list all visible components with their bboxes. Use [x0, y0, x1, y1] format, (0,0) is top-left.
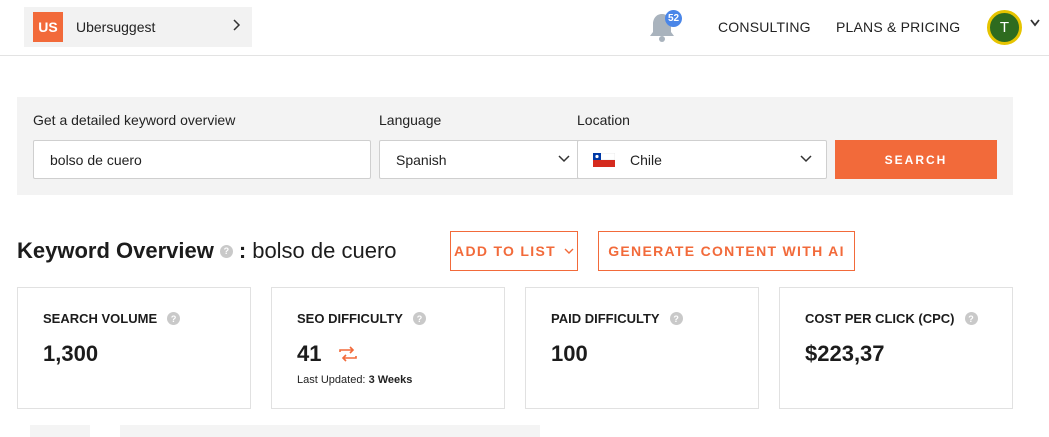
overview-keyword: bolso de cuero: [252, 238, 397, 263]
overview-title-text: Keyword Overview: [17, 238, 214, 263]
location-label: Location: [577, 112, 630, 128]
metric-label: SEARCH VOLUME: [43, 311, 158, 326]
nav-plans-pricing[interactable]: PLANS & PRICING: [836, 19, 960, 35]
metric-value-row: 41: [297, 341, 359, 367]
help-icon[interactable]: ?: [219, 244, 233, 258]
last-updated-value: 3 Weeks: [368, 374, 413, 386]
metric-title: SEO DIFFICULTY ?: [297, 311, 426, 326]
notifications-button[interactable]: 52: [647, 10, 682, 44]
metric-title: COST PER CLICK (CPC) ?: [805, 311, 978, 326]
location-select[interactable]: Chile: [577, 140, 827, 179]
metric-title: SEARCH VOLUME ?: [43, 311, 181, 326]
keyword-label: Get a detailed keyword overview: [33, 112, 236, 128]
metric-title: PAID DIFFICULTY ?: [551, 311, 683, 326]
add-to-list-button[interactable]: ADD TO LIST: [450, 231, 578, 271]
chevron-down-icon: [558, 151, 570, 170]
metric-card-cpc: COST PER CLICK (CPC) ? $223,37: [779, 287, 1013, 409]
nav-consulting[interactable]: CONSULTING: [718, 19, 811, 35]
metric-value: 41: [297, 341, 322, 366]
help-icon[interactable]: ?: [167, 312, 181, 325]
project-selector[interactable]: US Ubersuggest: [24, 7, 252, 47]
help-icon[interactable]: ?: [412, 312, 426, 325]
help-icon[interactable]: ?: [669, 312, 683, 325]
keyword-input[interactable]: bolso de cuero: [33, 140, 371, 179]
search-button[interactable]: SEARCH: [835, 140, 997, 179]
top-bar: US Ubersuggest 52 CONSULTING PLANS & PRI…: [0, 0, 1049, 56]
project-badge: US: [33, 12, 63, 42]
title-separator: :: [238, 238, 247, 263]
generate-content-button[interactable]: GENERATE CONTENT WITH AI: [598, 231, 855, 271]
page-title: Keyword Overview ? : bolso de cuero: [17, 238, 397, 264]
metric-label: PAID DIFFICULTY: [551, 311, 660, 326]
chevron-down-icon[interactable]: [1030, 16, 1040, 30]
location-select-value: Chile: [630, 151, 662, 168]
chevron-down-icon: [800, 151, 812, 170]
loading-placeholder: [120, 425, 540, 437]
last-updated-label: Last Updated:: [297, 374, 366, 386]
language-select[interactable]: Spanish: [379, 140, 585, 179]
metric-card-paid-difficulty: PAID DIFFICULTY ? 100: [525, 287, 759, 409]
keyword-input-value: bolso de cuero: [50, 151, 142, 168]
search-panel: Get a detailed keyword overview bolso de…: [17, 97, 1013, 195]
metric-card-seo-difficulty: SEO DIFFICULTY ? 41 Last Updated: 3 Week…: [271, 287, 505, 409]
chile-flag-icon: [593, 152, 615, 167]
metric-value: $223,37: [805, 341, 885, 366]
metric-label: COST PER CLICK (CPC): [805, 311, 955, 326]
chevron-down-icon: [564, 248, 574, 254]
metric-card-search-volume: SEARCH VOLUME ? 1,300: [17, 287, 251, 409]
language-select-value: Spanish: [396, 151, 447, 168]
last-updated: Last Updated: 3 Weeks: [297, 374, 412, 386]
notification-count-badge: 52: [665, 10, 682, 27]
project-name: Ubersuggest: [76, 19, 156, 35]
add-to-list-label: ADD TO LIST: [454, 243, 556, 259]
metric-label: SEO DIFFICULTY: [297, 311, 403, 326]
help-icon[interactable]: ?: [964, 312, 978, 325]
metric-value: 100: [551, 341, 588, 366]
refresh-icon[interactable]: [337, 344, 359, 364]
loading-placeholder: [30, 425, 90, 437]
metric-value: 1,300: [43, 341, 99, 366]
language-label: Language: [379, 112, 442, 128]
chevron-right-icon: [222, 18, 252, 36]
avatar[interactable]: T: [987, 10, 1022, 45]
